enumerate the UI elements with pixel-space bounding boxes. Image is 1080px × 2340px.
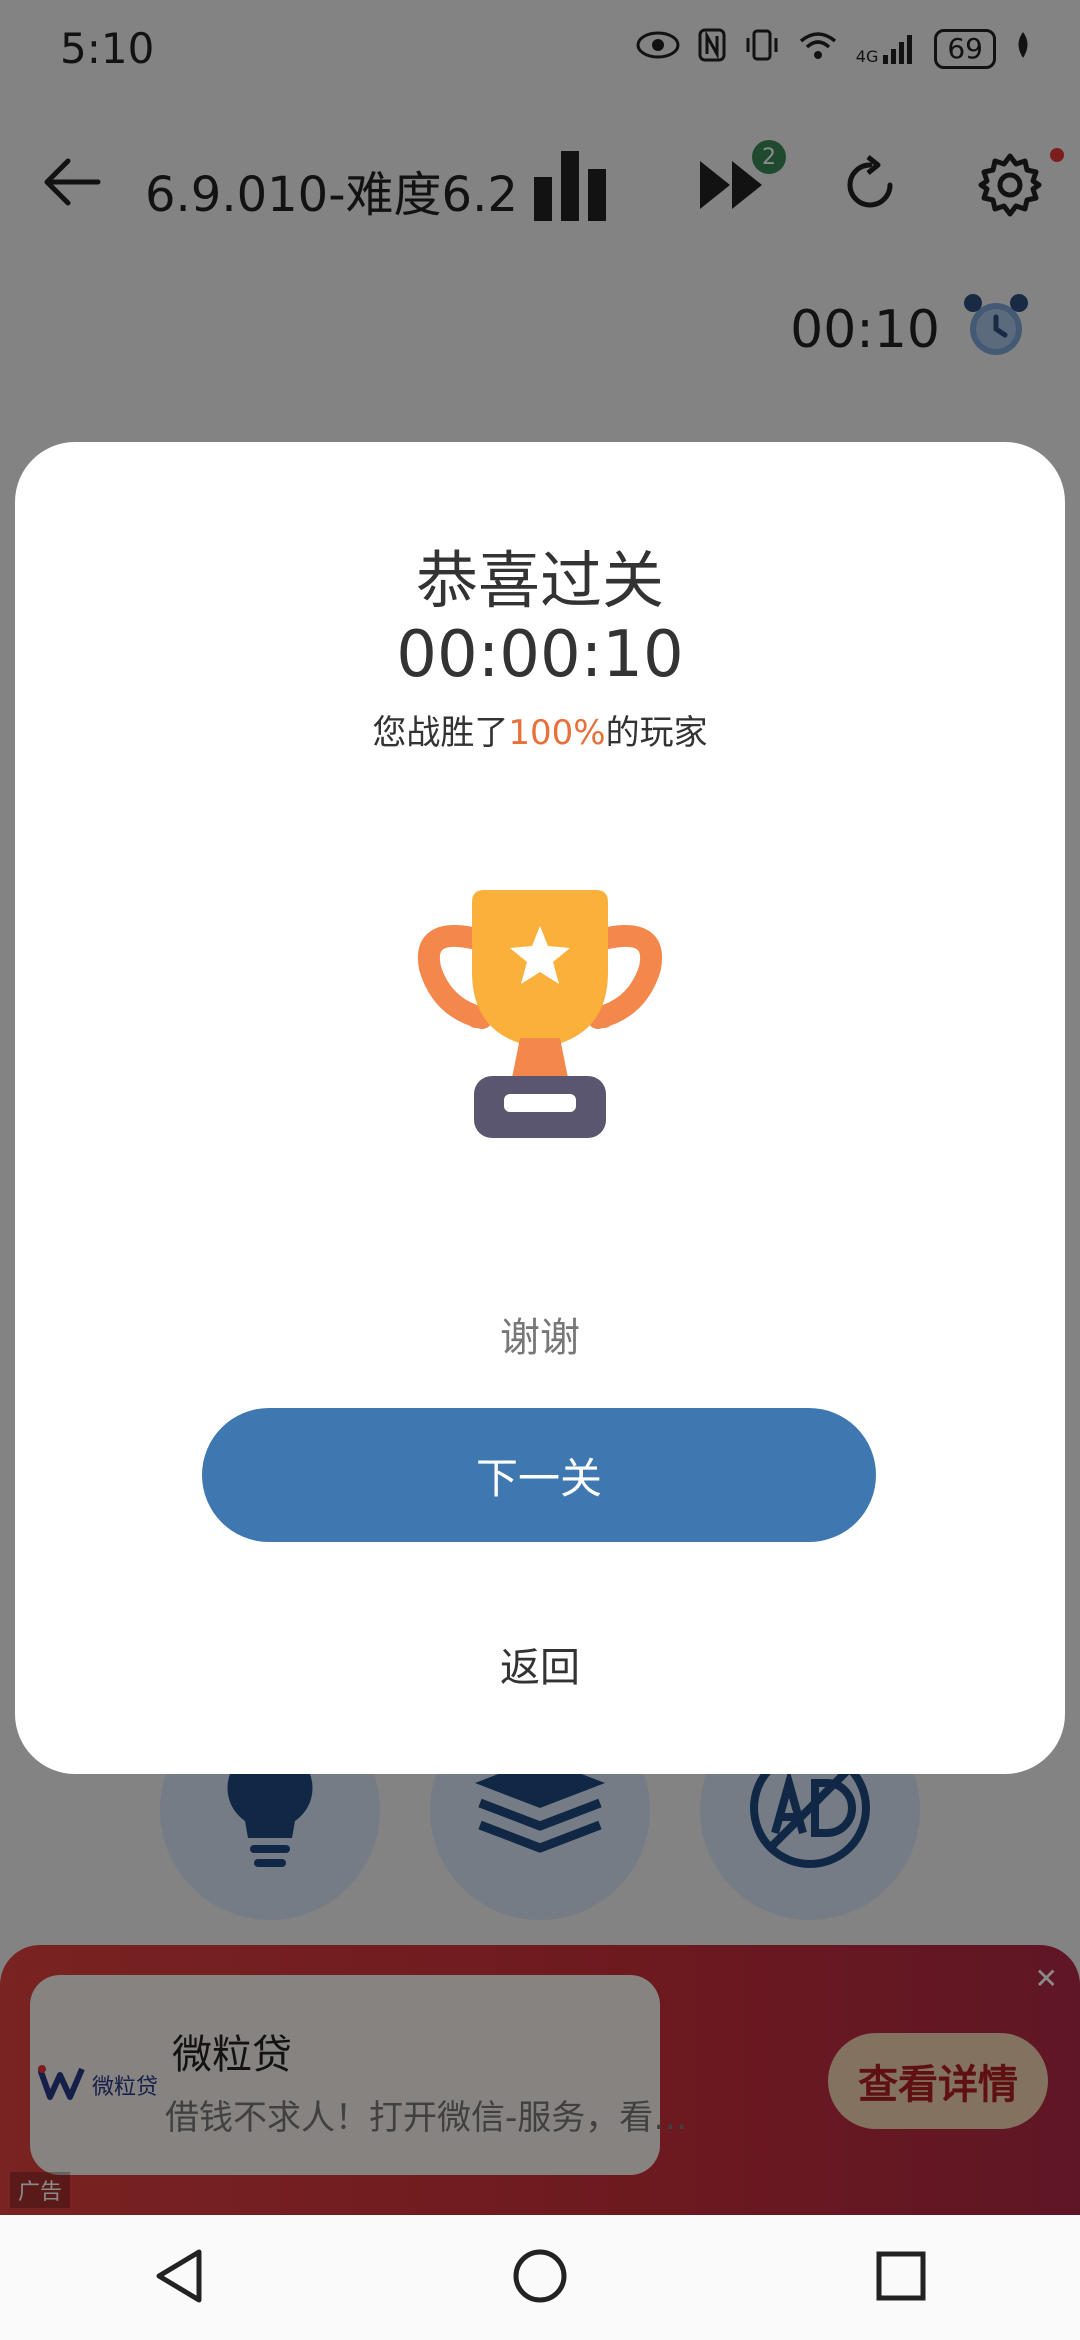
trophy-icon [412,888,668,1140]
thanks-link[interactable]: 谢谢 [0,1305,1080,1363]
rank-suffix: 的玩家 [605,713,708,753]
rank-text: 您战胜了100%的玩家 [0,705,1080,754]
back-link[interactable]: 返回 [0,1635,1080,1693]
dialog-title: 恭喜过关 [415,544,664,617]
nav-home-icon[interactable] [512,2248,568,2308]
nav-back-icon[interactable] [153,2248,205,2308]
nav-recents-icon[interactable] [875,2250,927,2306]
rank-percent: 100% [508,713,606,753]
completion-time: 00:00:10 [396,618,684,692]
system-nav-bar [0,2215,1080,2340]
rank-prefix: 您战胜了 [372,713,509,753]
next-level-button[interactable]: 下一关 [202,1408,876,1542]
